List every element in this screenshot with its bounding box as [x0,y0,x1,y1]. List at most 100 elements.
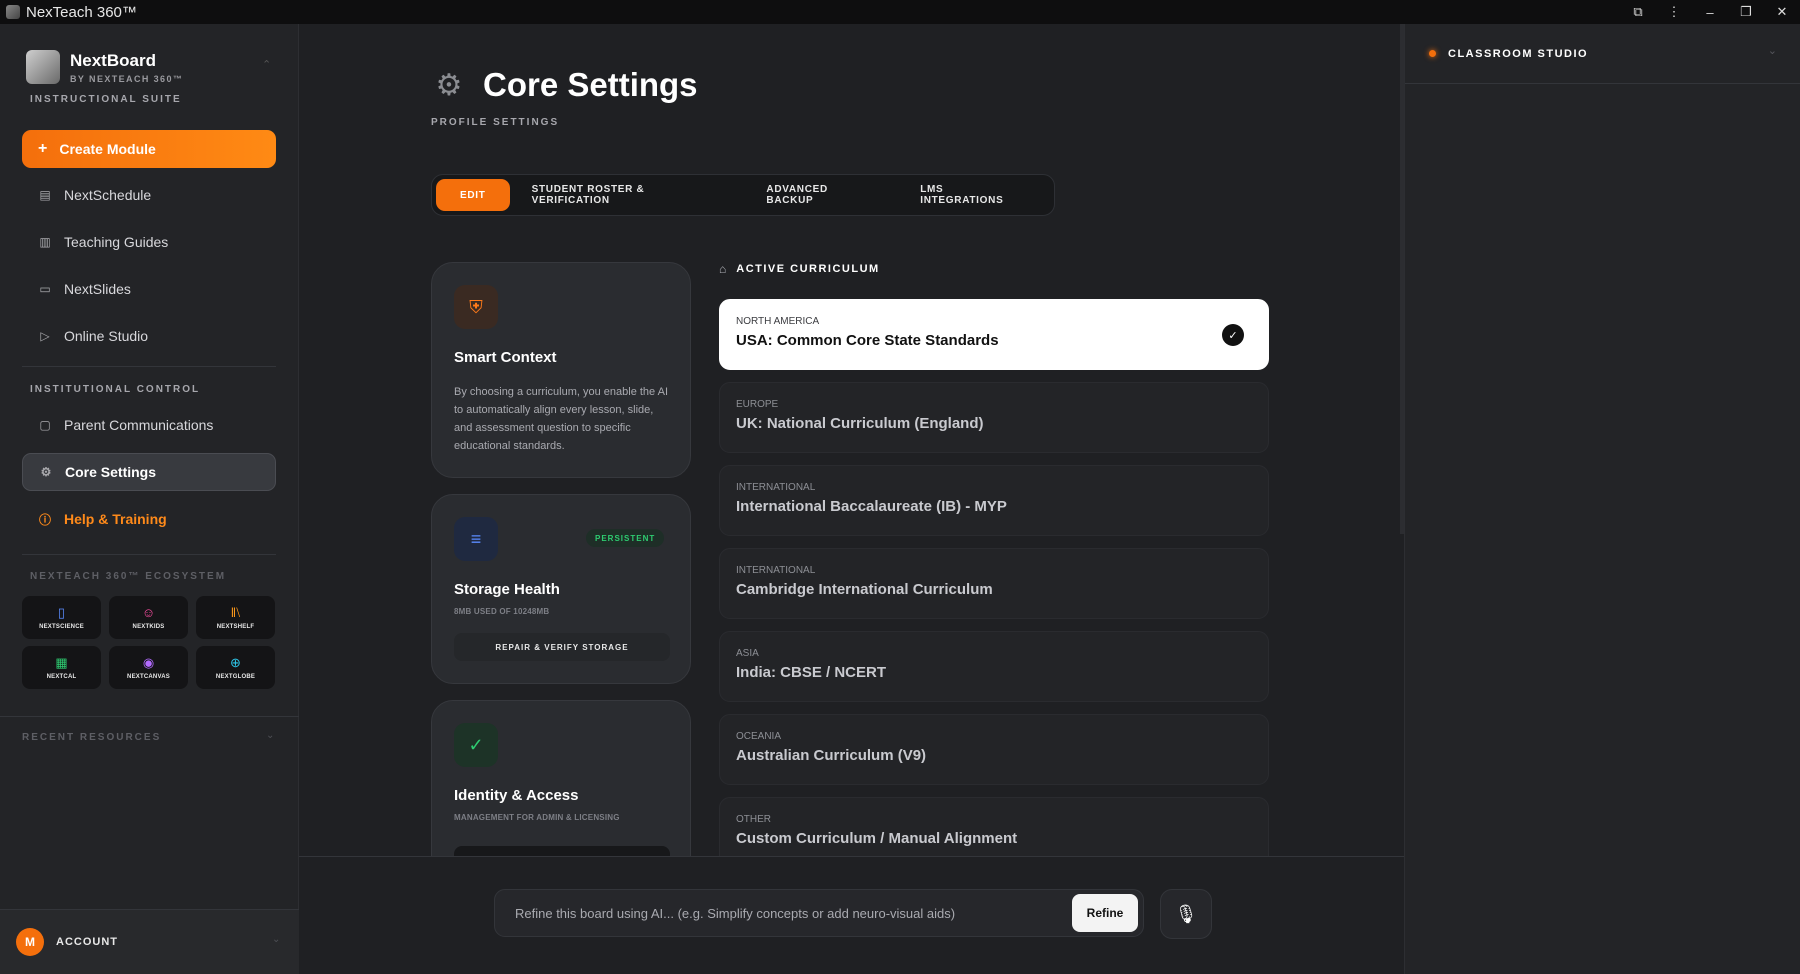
status-badge: PERSISTENT [586,529,665,547]
ecosystem-tile-label: NEXTCANVAS [127,674,170,680]
refine-input[interactable]: Refine this board using AI... (e.g. Simp… [515,906,1072,921]
brand-logo-icon [26,50,60,84]
curriculum-option[interactable]: EUROPE UK: National Curriculum (England) [719,382,1269,453]
card-body: By choosing a curriculum, you enable the… [454,386,669,452]
account-label: ACCOUNT [56,936,118,948]
page-subtitle: PROFILE SETTINGS [431,117,560,128]
sidebar-item-core-settings[interactable]: ⚙ Core Settings [22,453,276,491]
ecosystem-tile-label: NEXTCAL [46,674,77,680]
curriculum-option[interactable]: INTERNATIONAL International Baccalaureat… [719,465,1269,536]
curriculum-region: INTERNATIONAL [736,482,816,493]
sidebar-item-help-training[interactable]: ⓘ Help & Training [22,500,276,538]
divider [22,554,276,555]
sidebar-item-label: NextSchedule [64,187,152,203]
help-icon: ⓘ [38,512,51,527]
sidebar-item-label: Core Settings [65,464,157,480]
curriculum-heading: ⌂ ACTIVE CURRICULUM [719,262,880,276]
window-titlebar: NexTeach 360™ ⧉ ⋮ – ❐ ✕ [0,0,1800,24]
classroom-studio-title: CLASSROOM STUDIO [1448,47,1589,60]
section-label-ecosystem: NEXTEACH 360™ ECOSYSTEM [30,571,227,582]
sidebar-item-teaching-guides[interactable]: ▥ Teaching Guides [22,223,276,261]
ecosystem-tile-nextkids[interactable]: ☺ NEXTKIDS [109,596,188,639]
curriculum-name: India: CBSE / NCERT [736,664,887,681]
ecosystem-grid: ▯ NEXTSCIENCE ☺ NEXTKIDS ‖⧵ NEXTSHELF ▦ … [22,596,278,689]
brand-name: NextBoard [70,50,156,70]
recent-resources-label: RECENT RESOURCES [22,732,162,743]
tab-student-roster[interactable]: STUDENT ROSTER & VERIFICATION [510,179,745,211]
plus-icon: + [38,140,48,157]
gear-icon: ⚙ [435,68,463,102]
section-label-instructional: INSTRUCTIONAL SUITE [30,94,182,105]
sidebar-item-label: Online Studio [64,328,149,344]
create-module-label: Create Module [59,141,156,157]
curriculum-region: ASIA [736,648,759,659]
shield-icon: ⛨ [454,285,498,329]
database-icon: ≡ [454,517,498,561]
brand-subtitle: BY NEXTEACH 360™ [70,73,184,84]
check-icon: ✓ [1222,324,1244,346]
curriculum-option[interactable]: OTHER Custom Curriculum / Manual Alignme… [719,797,1269,856]
classroom-studio-header[interactable]: CLASSROOM STUDIO ⌄ [1405,24,1800,84]
palette-icon: ◉ [142,655,155,670]
extensions-icon[interactable]: ⧉ [1620,0,1656,24]
minimize-icon[interactable]: – [1692,0,1728,24]
page-header: ⚙ Core Settings [431,66,698,104]
flask-icon: ▯ [57,605,66,620]
microphone-button[interactable]: 🎙︎ [1160,889,1212,939]
tab-lms-integrations[interactable]: LMS INTEGRATIONS [898,179,1050,211]
card-title: Smart Context [454,349,557,366]
ecosystem-tile-label: NEXTKIDS [132,624,165,630]
ecosystem-tile-nextglobe[interactable]: ⊕ NEXTGLOBE [196,646,275,689]
graduation-cap-icon: ⌂ [719,262,727,276]
ecosystem-tile-nextcal[interactable]: ▦ NEXTCAL [22,646,101,689]
curriculum-region: OTHER [736,814,771,825]
curriculum-option[interactable]: INTERNATIONAL Cambridge International Cu… [719,548,1269,619]
create-module-button[interactable]: + Create Module [22,130,276,168]
identity-access-card: ✓ Identity & Access MANAGEMENT FOR ADMIN… [431,700,691,856]
calendar-icon: ▤ [39,188,51,202]
sidebar-item-parent-communications[interactable]: ▢ Parent Communications [22,406,276,444]
account-section[interactable]: M ACCOUNT ⌄ [0,909,299,974]
curriculum-heading-label: ACTIVE CURRICULUM [736,263,880,275]
book-icon: ▥ [39,235,51,249]
sidebar-item-label: NextSlides [64,281,131,297]
close-icon[interactable]: ✕ [1764,0,1800,24]
ecosystem-tile-nextshelf[interactable]: ‖⧵ NEXTSHELF [196,596,275,639]
repair-storage-button[interactable]: REPAIR & VERIFY STORAGE [454,633,670,661]
card-title: Storage Health [454,581,560,598]
chevron-down-icon: ⌄ [266,730,275,741]
tab-advanced-backup[interactable]: ADVANCED BACKUP [744,179,898,211]
sidebar-item-online-studio[interactable]: ▷ Online Studio [22,317,276,355]
recent-resources[interactable]: RECENT RESOURCES ⌄ [0,716,299,756]
card-subtitle: MANAGEMENT FOR ADMIN & LICENSING [454,813,620,822]
curriculum-region: NORTH AMERICA [736,316,820,327]
curriculum-name: International Baccalaureate (IB) - MYP [736,498,1007,515]
main-scroll-area: ⚙ Core Settings PROFILE SETTINGS EDIT ST… [299,24,1404,856]
more-menu-icon[interactable]: ⋮ [1656,0,1692,24]
curriculum-option[interactable]: OCEANIA Australian Curriculum (V9) [719,714,1269,785]
sidebar-item-label: Parent Communications [64,417,214,433]
page-title: Core Settings [483,66,698,103]
sidebar-item-nextschedule[interactable]: ▤ NextSchedule [22,176,276,214]
presentation-icon: ▭ [39,282,51,296]
sidebar-item-nextslides[interactable]: ▭ NextSlides [22,270,276,308]
brand[interactable]: NextBoard BY NEXTEACH 360™ [26,50,183,84]
chevron-down-icon: ⌄ [1767,45,1777,57]
chevron-up-icon[interactable]: ⌃ [262,58,271,71]
refine-box: Refine this board using AI... (e.g. Simp… [494,889,1144,937]
curriculum-name: Australian Curriculum (V9) [736,747,927,764]
storage-usage: 8MB USED OF 10248MB [454,607,550,616]
curriculum-region: OCEANIA [736,731,782,742]
tab-edit[interactable]: EDIT [436,179,510,211]
refine-button[interactable]: Refine [1072,894,1138,932]
restore-icon[interactable]: ❐ [1728,0,1764,24]
curriculum-option[interactable]: NORTH AMERICA USA: Common Core State Sta… [719,299,1269,370]
message-icon: ▢ [39,418,51,432]
app-icon [6,5,20,19]
ecosystem-tile-nextcanvas[interactable]: ◉ NEXTCANVAS [109,646,188,689]
classroom-studio-panel: CLASSROOM STUDIO ⌄ [1404,24,1800,974]
identity-action-button[interactable] [454,846,670,856]
curriculum-option[interactable]: ASIA India: CBSE / NCERT [719,631,1269,702]
window-title: NexTeach 360™ [26,3,137,21]
ecosystem-tile-nextscience[interactable]: ▯ NEXTSCIENCE [22,596,101,639]
